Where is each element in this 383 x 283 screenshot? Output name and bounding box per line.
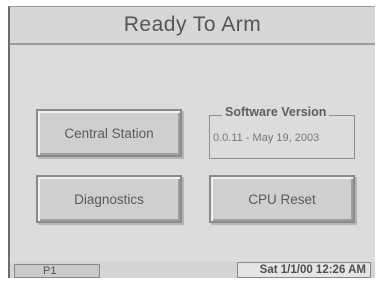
clock-display: Sat 1/1/00 12:26 AM <box>237 262 371 278</box>
status-bar: P1 Sat 1/1/00 12:26 AM <box>10 262 375 278</box>
diagnostics-button[interactable]: Diagnostics <box>36 175 182 223</box>
software-version-group: Software Version 0.0.11 - May 19, 2003 <box>209 105 355 159</box>
cpu-reset-button[interactable]: CPU Reset <box>209 175 355 223</box>
software-version-label: Software Version <box>222 105 330 119</box>
title-bar: Ready To Arm <box>10 7 375 45</box>
page-indicator-tab[interactable]: P1 <box>14 264 100 278</box>
page-title: Ready To Arm <box>123 13 262 36</box>
central-station-button[interactable]: Central Station <box>36 109 182 157</box>
panel-screen: Ready To Arm Central Station Software Ve… <box>8 6 375 278</box>
software-version-value: 0.0.11 - May 19, 2003 <box>213 132 320 144</box>
